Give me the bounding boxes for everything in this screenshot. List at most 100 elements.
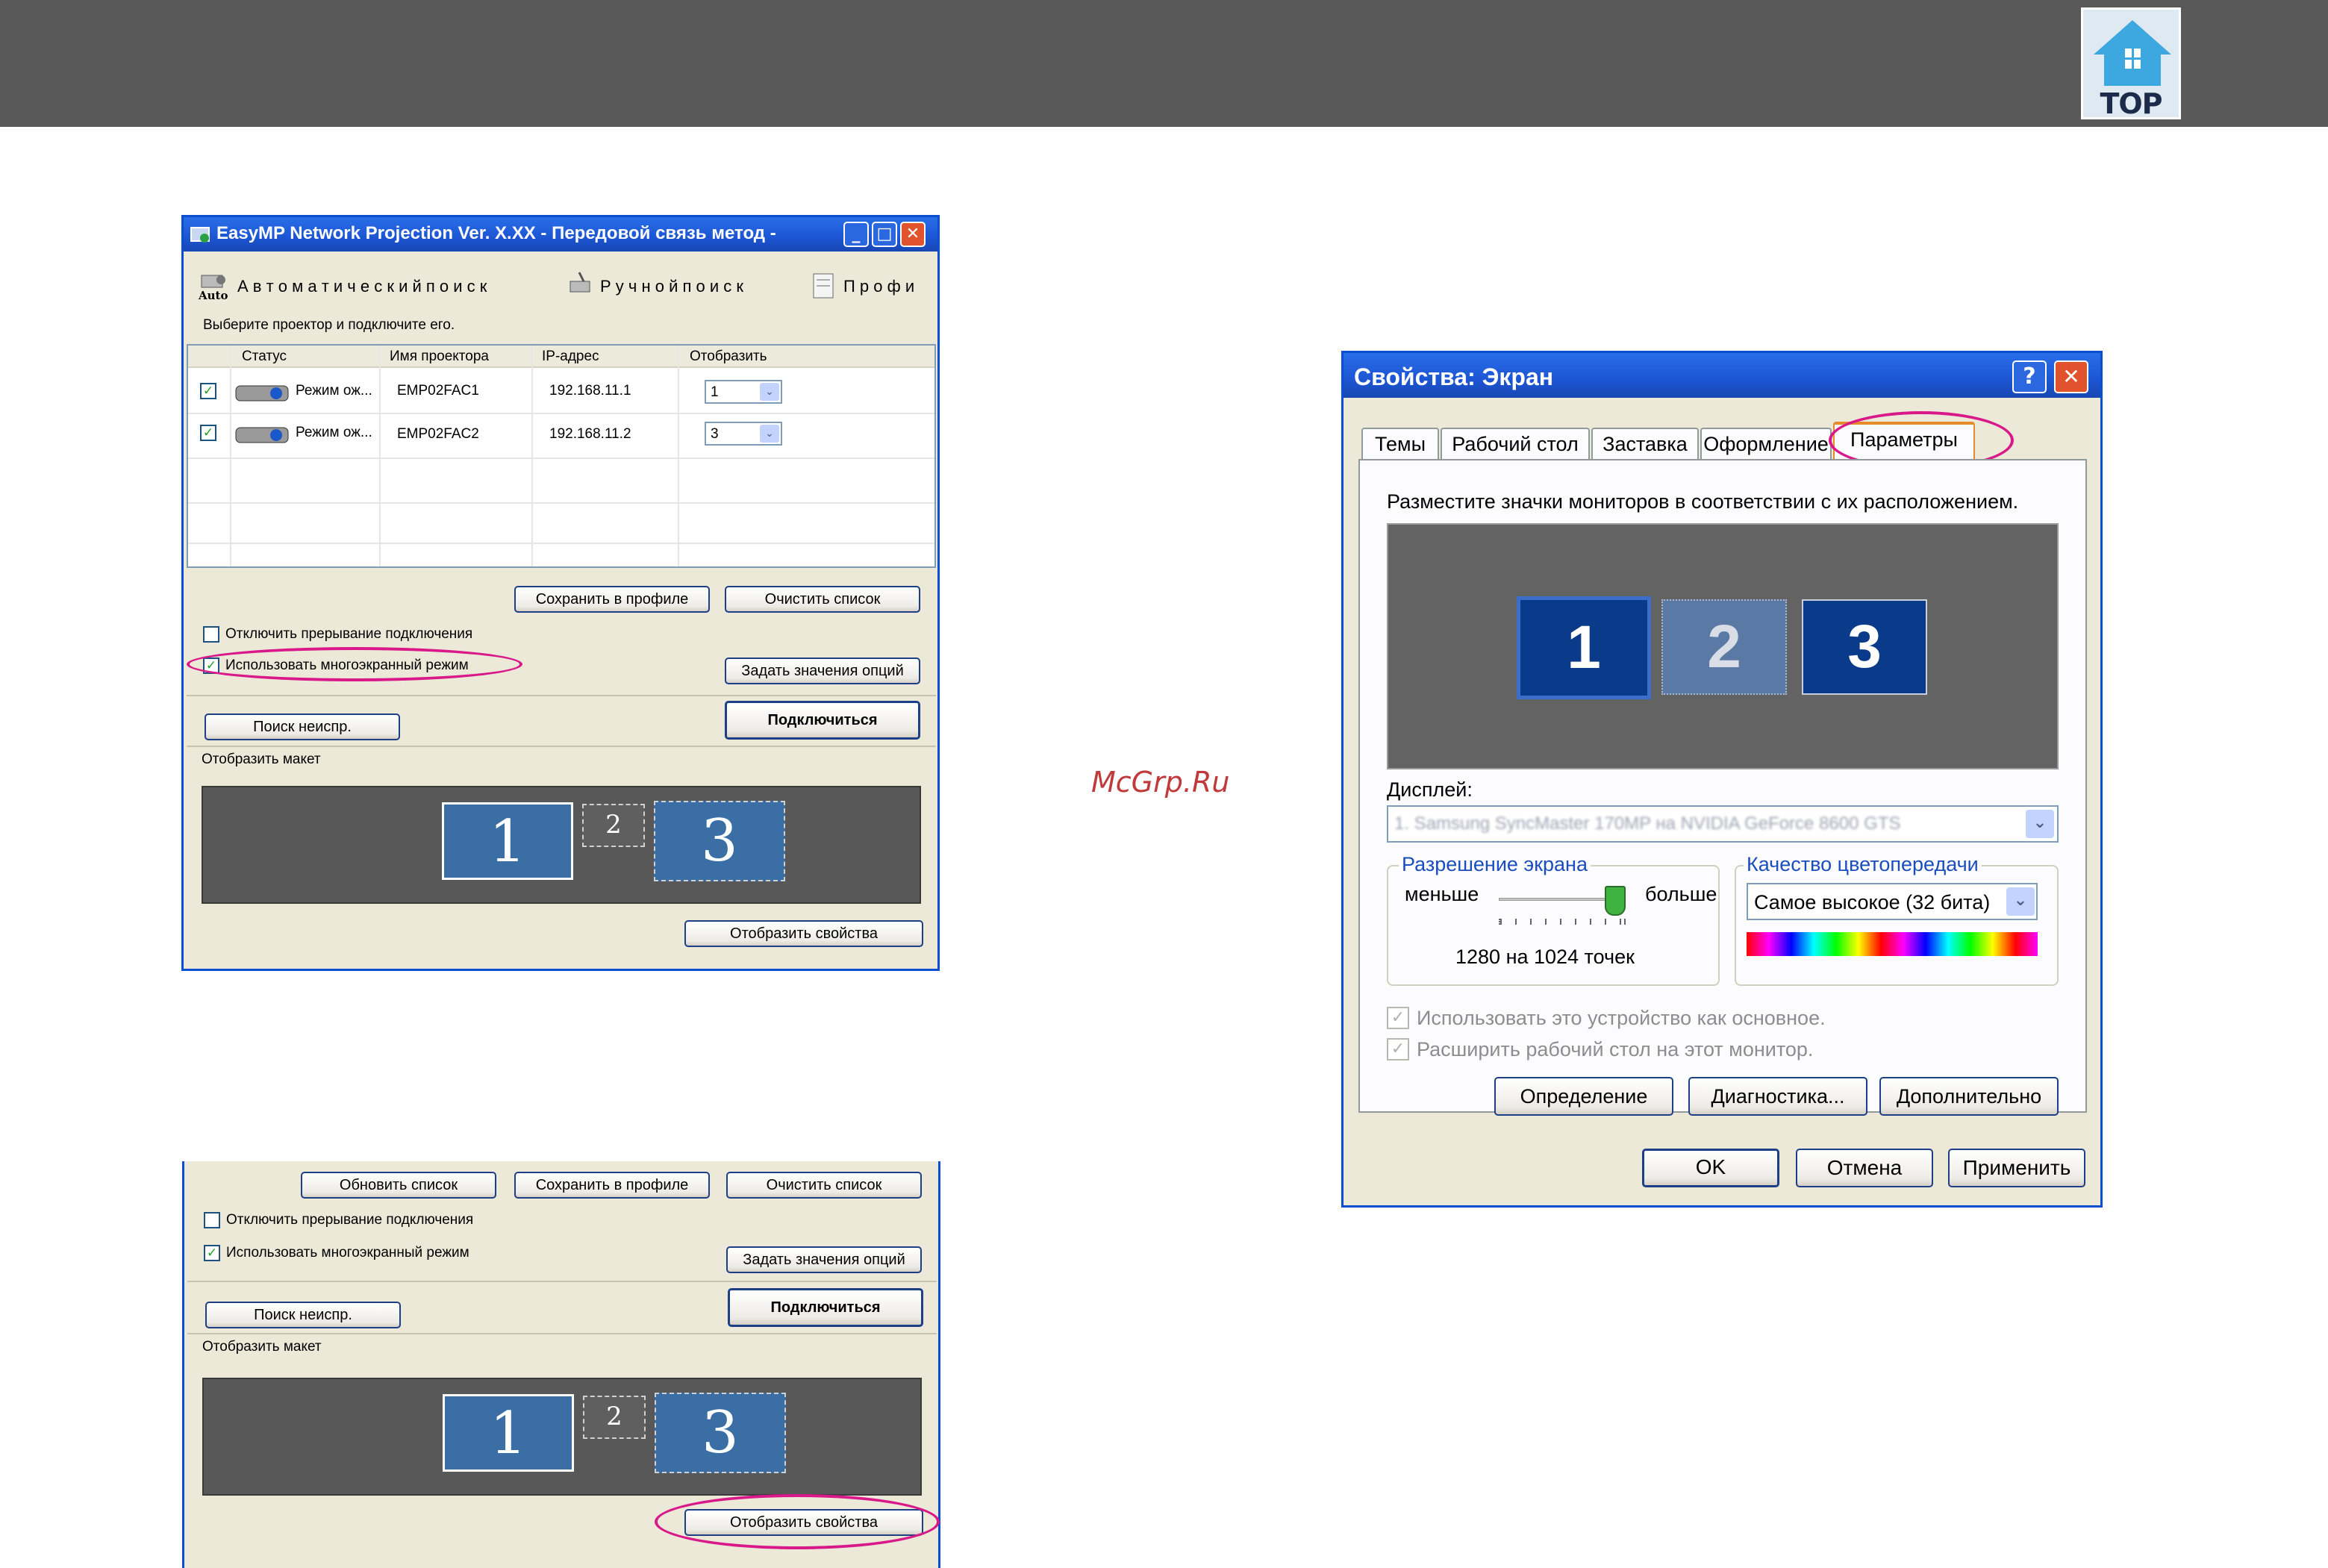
slider-thumb[interactable] [1605, 886, 1626, 916]
layout-screen-3[interactable]: 3 [655, 1393, 786, 1473]
dialog-title: Свойства: Экран [1354, 363, 1554, 390]
color-group-label: Качество цветопередачи [1744, 853, 1982, 876]
manual-search-label: Р у ч н о й п о и с к [600, 277, 743, 296]
connect-button[interactable]: Подключиться [725, 701, 920, 740]
show-properties-button[interactable]: Отобразить свойства [684, 920, 923, 947]
monitor-3[interactable]: 3 [1802, 599, 1927, 695]
color-spectrum-bar [1747, 932, 2038, 956]
row-name: EMP02FAC2 [397, 426, 479, 442]
primary-device-checkbox[interactable]: ✓ [1387, 1007, 1409, 1029]
layout-label: Отобразить макет [202, 752, 321, 767]
tab-themes[interactable]: Темы [1361, 428, 1439, 460]
display-select[interactable]: 1. Samsung SyncMaster 170MP на NVIDIA Ge… [1387, 805, 2059, 843]
display-select[interactable]: 1 ⌄ [705, 380, 782, 404]
table-row[interactable]: ✓ Режим ож... EMP02FAC2 192.168.11.2 3 ⌄ [188, 414, 934, 455]
col-status[interactable]: Статус [242, 349, 287, 365]
layout-preview: 1 2 3 [202, 1378, 922, 1496]
more-label: больше [1645, 883, 1717, 905]
highlight-oval [655, 1494, 940, 1549]
monitor-1[interactable]: 1 [1517, 596, 1651, 699]
help-button[interactable]: ? [2012, 360, 2047, 393]
app-icon [190, 227, 210, 243]
tab-desktop[interactable]: Рабочий стол [1441, 428, 1590, 460]
projector-list: Статус Имя проектора IP-адрес Отобразить… [187, 344, 936, 568]
set-options-button[interactable]: Задать значения опций [725, 658, 920, 684]
manual-search-button[interactable]: Р у ч н о й п о и с к [566, 271, 790, 304]
row-checkbox[interactable]: ✓ [200, 425, 216, 441]
col-display[interactable]: Отобразить [690, 349, 767, 365]
row-status: Режим ож... [296, 383, 372, 399]
apply-button[interactable]: Применить [1948, 1149, 2085, 1187]
layout-screen-2[interactable]: 2 [583, 1396, 646, 1439]
settings-panel: Разместите значки мониторов в соответств… [1358, 459, 2087, 1116]
instruction-text: Выберите проектор и подключите его. [203, 317, 455, 333]
diagnostics-button[interactable]: Диагностика... [1688, 1077, 1867, 1116]
ok-button[interactable]: OK [1642, 1149, 1779, 1187]
window-title: EasyMP Network Projection Ver. X.XX - Пе… [216, 223, 776, 243]
extend-desktop-checkbox[interactable]: ✓ [1387, 1038, 1409, 1061]
display-properties-dialog: Свойства: Экран ? ✕ Темы Рабочий стол За… [1341, 351, 2103, 1208]
dialog-titlebar: Свойства: Экран ? ✕ [1344, 353, 2100, 398]
save-profile-button[interactable]: Сохранить в профиле [514, 1172, 710, 1199]
tab-screensaver[interactable]: Заставка [1591, 428, 1699, 460]
save-profile-button[interactable]: Сохранить в профиле [514, 586, 710, 613]
resolution-slider[interactable] [1499, 883, 1626, 928]
display-label: Дисплей: [1387, 778, 1473, 801]
disable-interrupt-label: Отключить прерывание подключения [225, 626, 473, 642]
col-name[interactable]: Имя проектора [390, 349, 489, 365]
search-fault-button[interactable]: Поиск неиспр. [205, 713, 400, 740]
extend-desktop-label: Расширить рабочий стол на этот монитор. [1417, 1038, 1814, 1061]
resolution-group-label: Разрешение экрана [1399, 853, 1591, 876]
clear-list-button[interactable]: Очистить список [726, 1172, 922, 1199]
easymp-window-partial: Обновить список Сохранить в профиле Очис… [182, 1161, 940, 1568]
monitor-2[interactable]: 2 [1661, 599, 1787, 695]
search-fault-button[interactable]: Поиск неиспр. [205, 1302, 401, 1328]
profile-icon [813, 273, 834, 299]
table-row[interactable]: ✓ Режим ож... EMP02FAC1 192.168.11.1 1 ⌄ [188, 371, 934, 411]
less-label: меньше [1405, 883, 1479, 905]
identify-button[interactable]: Определение [1494, 1077, 1673, 1116]
color-select-value: Самое высокое (32 бита) [1754, 891, 1991, 913]
watermark: McGrp.Ru [1091, 766, 1230, 799]
projector-icon [235, 427, 289, 443]
layout-screen-1[interactable]: 1 [443, 1394, 574, 1472]
layout-screen-3[interactable]: 3 [654, 801, 785, 881]
minimize-button[interactable]: _ [843, 222, 869, 247]
primary-device-label: Использовать это устройство как основное… [1417, 1007, 1826, 1029]
profile-label: П р о ф и [843, 277, 915, 296]
chevron-down-icon[interactable]: ⌄ [760, 383, 779, 401]
display-select[interactable]: 3 ⌄ [705, 422, 782, 446]
auto-search-label: А в т о м а т и ч е с к и й п о и с к [237, 277, 487, 296]
profile-button[interactable]: П р о ф и [809, 271, 940, 304]
refresh-list-button[interactable]: Обновить список [301, 1172, 496, 1199]
window-titlebar: EasyMP Network Projection Ver. X.XX - Пе… [184, 217, 937, 252]
col-ip[interactable]: IP-адрес [542, 349, 599, 365]
clear-list-button[interactable]: Очистить список [725, 586, 920, 613]
top-link[interactable]: TOP [2081, 7, 2181, 120]
color-select[interactable]: Самое высокое (32 бита) ⌄ [1747, 883, 2038, 920]
row-name: EMP02FAC1 [397, 383, 479, 399]
close-button[interactable]: ✕ [2054, 360, 2088, 393]
set-options-button[interactable]: Задать значения опций [726, 1246, 922, 1273]
disable-interrupt-label: Отключить прерывание подключения [226, 1212, 474, 1228]
row-checkbox[interactable]: ✓ [200, 383, 216, 399]
maximize-button[interactable]: □ [872, 222, 897, 247]
chevron-down-icon[interactable]: ⌄ [2006, 887, 2035, 916]
cancel-button[interactable]: Отмена [1796, 1149, 1933, 1187]
top-label: TOP [2100, 87, 2162, 120]
disable-interrupt-checkbox[interactable] [204, 1212, 220, 1228]
chevron-down-icon[interactable]: ⌄ [2026, 810, 2054, 838]
layout-screen-2[interactable]: 2 [582, 804, 645, 847]
manual-search-icon [569, 272, 590, 293]
layout-screen-1[interactable]: 1 [442, 802, 573, 880]
monitor-arrangement: 1 2 3 [1387, 523, 2059, 769]
disable-interrupt-checkbox[interactable] [203, 626, 219, 643]
close-button[interactable]: ✕ [900, 222, 926, 247]
chevron-down-icon[interactable]: ⌄ [760, 425, 779, 443]
auto-search-button[interactable]: Auto А в т о м а т и ч е с к и й п о и с… [199, 271, 557, 304]
tab-appearance[interactable]: Оформление [1700, 428, 1832, 460]
multiscreen-checkbox[interactable]: ✓ [204, 1245, 220, 1261]
connect-button[interactable]: Подключиться [728, 1288, 923, 1327]
multiscreen-label: Использовать многоэкранный режим [226, 1245, 469, 1261]
advanced-button[interactable]: Дополнительно [1879, 1077, 2059, 1116]
